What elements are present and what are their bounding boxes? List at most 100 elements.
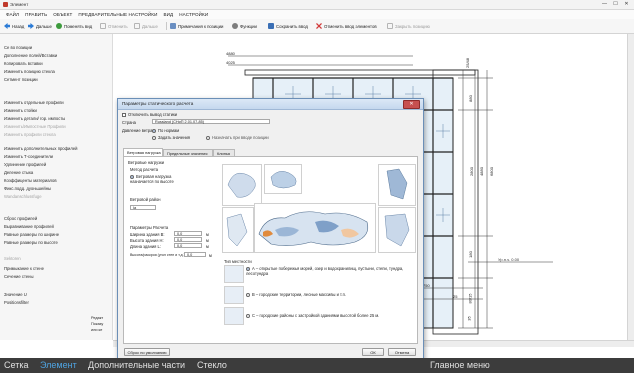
dim-bottom-2: 25 — [453, 294, 458, 299]
back-button[interactable]: Назад — [4, 22, 24, 30]
redo-icon — [134, 23, 140, 29]
lp-item-8[interactable]: Изменить/Импостные Профили — [4, 124, 66, 129]
nav-glass[interactable]: Стекло — [197, 360, 227, 370]
vertical-scrollbar[interactable] — [627, 34, 634, 340]
param-length-input[interactable]: 0,0 — [174, 243, 202, 248]
lp-item-2[interactable]: Копировать вставки — [4, 61, 43, 66]
lp-item-18[interactable]: Выравнивание профилей — [4, 224, 54, 229]
map-tile-4 — [222, 207, 254, 253]
menu-bar: ФАЙЛ ПРАВИТЬ ОБЪЕКТ ПРЕДВАРИТЕЛЬНЫЕ НАСТРОЙ… — [0, 10, 634, 19]
menu-edit[interactable]: ПРАВИТЬ — [25, 10, 47, 19]
change-view-label: Поменять вид — [64, 23, 93, 29]
param-edge-input[interactable]: 0,0 — [184, 252, 206, 257]
lp-item-16[interactable]: Wandanschlussfuge — [4, 194, 42, 199]
redo-button[interactable]: Дальше — [134, 22, 158, 30]
disable-calc-checkbox[interactable]: Отключить вывод статики — [122, 112, 177, 117]
radio-manual-label: Задать значения — [158, 135, 190, 140]
save-input-button[interactable]: Сохранить ввод — [268, 22, 308, 30]
lp-item-25[interactable]: Positionsfilter — [4, 300, 29, 305]
lp-item-17[interactable]: Сброс профилей — [4, 216, 37, 221]
arrow-right-icon — [28, 23, 34, 29]
lp-item-23[interactable]: Сечение стены — [4, 274, 33, 279]
close-window-button[interactable]: ✕ — [622, 1, 631, 8]
ok-button[interactable]: ОК — [362, 348, 384, 356]
map-region-graphic — [384, 213, 410, 247]
radio-icon — [152, 135, 156, 140]
lp-item-15[interactable]: Фикс.подд. дуоньшейны — [4, 186, 51, 191]
lp-item-10[interactable]: Изменить дополнительных профилей — [4, 146, 78, 151]
terrain-title: Тип местности — [224, 259, 252, 264]
static-calc-dialog: Параметры статического расчета ✕ Отключи… — [117, 98, 424, 362]
functions-button[interactable]: Функции — [232, 22, 257, 30]
undo-label: Отменить — [108, 23, 128, 29]
note-line-3: или ке — [91, 328, 103, 332]
cancel-button[interactable]: Отмена — [388, 348, 416, 356]
defaults-button[interactable]: Сброс по умолчанию — [124, 348, 170, 356]
menu-object[interactable]: ОБЪЕКТ — [53, 10, 72, 19]
lp-item-11[interactable]: Изменить Т-соединители — [4, 154, 53, 159]
save-input-label: Сохранить ввод — [276, 23, 308, 29]
nav-element[interactable]: Элемент — [40, 360, 77, 370]
lp-item-1[interactable]: Дополнение полей/Вставки — [4, 53, 57, 58]
menu-view[interactable]: ВИД — [163, 10, 173, 19]
lp-item-4[interactable]: Сетмент позиции — [4, 77, 38, 82]
nav-main-menu[interactable]: Главное меню — [430, 360, 490, 370]
close-position-button[interactable]: Закрыть позицию — [387, 22, 430, 30]
maximize-button[interactable]: ☐ — [611, 1, 620, 8]
map-tile-5 — [378, 207, 416, 253]
tab-wind-load[interactable]: Ветровая нагрузка — [123, 148, 163, 156]
lp-item-5[interactable]: Изменить отдельные профили — [4, 100, 64, 105]
cancel-input-button[interactable]: Отменить ввод элементов — [316, 22, 377, 30]
lp-item-7[interactable]: Изменить детали/ гор. импосты — [4, 116, 65, 121]
lp-item-14[interactable]: Коэффиценты материалов — [4, 178, 57, 183]
terrain-b-option[interactable]: В – городские территории, лесные массивы… — [246, 292, 346, 297]
lp-item-9[interactable]: Изменить профили стекла — [4, 132, 56, 137]
forward-button[interactable]: Дальше — [28, 22, 52, 30]
lp-item-0[interactable]: Се во позиции — [4, 45, 32, 50]
menu-settings[interactable]: НАСТРОЙКИ — [179, 10, 208, 19]
param-edge-unit: м — [209, 253, 212, 258]
menu-presettings[interactable]: ПРЕДВАРИТЕЛЬНЫЕ НАСТРОЙКИ — [78, 10, 157, 19]
lp-item-13[interactable]: Деление стыка — [4, 170, 33, 175]
radio-on-input-label: Назначать при вводе позиции — [212, 135, 269, 140]
terrain-a-option[interactable]: А – открытые побережья морей, озер и вод… — [246, 266, 410, 277]
section-title: Ветровые нагрузки — [128, 160, 165, 165]
lp-item-12[interactable]: Удлинение профилей — [4, 162, 46, 167]
dialog-close-icon[interactable]: ✕ — [403, 100, 420, 109]
radio-on-input[interactable]: Назначать при вводе позиции — [206, 135, 269, 140]
menu-file[interactable]: ФАЙЛ — [6, 10, 19, 19]
param-width-input[interactable]: 0,0 — [174, 231, 202, 236]
left-command-panel: Се во позиции Дополнение полей/Вставки К… — [0, 34, 113, 340]
nav-grid[interactable]: Сетка — [4, 360, 28, 370]
level-label: Ур.п.ч. 0.00 — [498, 257, 520, 262]
lp-item-21[interactable]: Sektoren — [4, 256, 21, 261]
param-height-input[interactable]: 0,0 — [174, 237, 202, 242]
radio-standard[interactable]: По нормам — [152, 128, 179, 133]
radio-manual[interactable]: Задать значения — [152, 135, 190, 140]
lp-item-24[interactable]: Значение U — [4, 292, 27, 297]
country-select[interactable]: Russland (СНиП 2.01.07-85) — [152, 119, 270, 124]
wind-region-select[interactable]: Ia — [130, 205, 156, 210]
dim-bottom-1: 750 — [423, 283, 430, 288]
radio-icon — [246, 292, 250, 297]
tab-limit-values[interactable]: Предельные значения — [163, 149, 213, 156]
lp-item-20[interactable]: Равные размеры по высоте — [4, 240, 58, 245]
method-option[interactable]: Ветровая нагрузка назначается по высоте — [130, 174, 192, 184]
terrain-c-option[interactable]: С – городские районы с застройкой здания… — [246, 313, 379, 318]
param-width-label: Ширина здания В: — [130, 232, 165, 237]
lp-item-6[interactable]: Изменить стойки — [4, 108, 37, 113]
lp-item-3[interactable]: Изменить позицию стекла — [4, 69, 55, 74]
change-view-button[interactable]: Поменять вид — [56, 22, 92, 30]
undo-button[interactable]: Отменить — [100, 22, 128, 30]
radio-standard-label: По нормам — [158, 128, 180, 133]
minimize-button[interactable]: — — [600, 1, 609, 8]
lp-item-19[interactable]: Равные размеры по ширине — [4, 232, 59, 237]
tab-wedges[interactable]: Клинья — [213, 149, 235, 156]
param-width-unit: м — [206, 232, 209, 237]
position-notes-button[interactable]: Примечания к позиции — [170, 22, 223, 30]
nav-additional-parts[interactable]: Дополнительные части — [88, 360, 185, 370]
lp-item-22[interactable]: Примыкание к стене — [4, 266, 44, 271]
param-length-label: Длина здания L: — [130, 244, 161, 249]
arrow-left-icon — [4, 23, 10, 29]
param-height-unit: м — [206, 238, 209, 243]
